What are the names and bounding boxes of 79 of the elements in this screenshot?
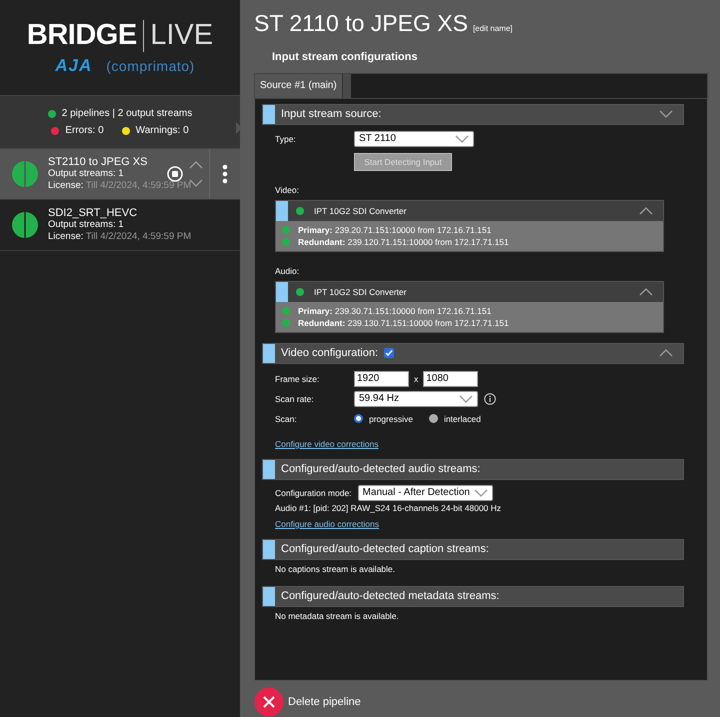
- scan-radio[interactable]: progressive: [354, 414, 413, 424]
- video-corrections-link[interactable]: Configure video corrections: [275, 438, 378, 449]
- brand-logo-text: BRIDGE: [26, 19, 137, 52]
- type-dropdown[interactable]: ST 2110: [354, 130, 474, 147]
- license-text: License: Till 4/2/2024, 4:59:59 PM: [48, 231, 192, 243]
- source-tab[interactable]: Source #1 (main): [255, 74, 342, 98]
- chevron-down-icon[interactable]: [189, 179, 203, 187]
- group-label: Audio:: [275, 266, 300, 276]
- section-marker: [263, 460, 275, 479]
- info-icon[interactable]: [484, 392, 496, 405]
- section-marker: [263, 344, 275, 363]
- section-title: Configured/auto-detected audio streams:: [281, 463, 480, 476]
- checkbox[interactable]: [384, 348, 394, 358]
- more-menu-icon[interactable]: [222, 164, 228, 184]
- status-dot: [48, 110, 56, 118]
- pipeline-name: ST2110 to JPEG XS: [48, 156, 148, 168]
- section-marker: [276, 282, 288, 302]
- chevron-down-icon[interactable]: [455, 134, 469, 143]
- group-label: Video:: [275, 184, 300, 195]
- configuration-mode-dropdown[interactable]: Manual - After Detection: [358, 484, 493, 501]
- stop-icon[interactable]: [167, 166, 183, 182]
- section-marker: [263, 104, 275, 124]
- stream-address: Primary: 239.30.71.151:10000 from 172.16.71.151: [298, 306, 492, 316]
- warnings-count: Warnings: 0: [136, 125, 189, 136]
- audio-corrections-link[interactable]: Configure audio corrections: [275, 518, 379, 529]
- section-header[interactable]: Configured/auto-detected audio streams:: [262, 458, 684, 480]
- field-label: Frame size:: [275, 374, 320, 384]
- pipelines-count: 2 pipelines | 2 output streams: [62, 108, 192, 119]
- edit-name-link[interactable]: [edit name]: [472, 24, 513, 33]
- section-title: Configured/auto-detected caption streams:: [281, 543, 489, 556]
- section-header[interactable]: Configured/auto-detected metadata streams:: [262, 586, 684, 607]
- output-streams-text: Output streams: 1: [48, 168, 124, 180]
- field-label: Configuration mode:: [275, 488, 352, 498]
- section-title: Video configuration:: [281, 347, 378, 360]
- stream-address: Redundant: 239.130.71.151:10000 from 172.17.71.151: [298, 318, 509, 328]
- pipeline-item[interactable]: ST2110 to JPEG XS Output streams: 1 License: Till 4/2/2024, 4:59:59 PM: [0, 149, 240, 200]
- empty-message: No metadata stream is available.: [275, 610, 400, 621]
- pipeline-name: SDI2_SRT_HEVC: [48, 207, 138, 219]
- license-text: License: Till 4/2/2024, 4:59:59 PM: [48, 180, 192, 192]
- delete-pipeline-button[interactable]: Delete pipeline: [254, 687, 708, 717]
- section-header[interactable]: Input stream source:: [262, 104, 684, 125]
- field-label: Type:: [275, 134, 297, 144]
- chevron-up-icon[interactable]: [639, 206, 653, 215]
- scan-rate-dropdown[interactable]: 59.94 Hz: [354, 390, 478, 407]
- errors-count: Errors: 0: [65, 125, 104, 136]
- field-label: Scan rate:: [275, 394, 315, 404]
- field-label: Scan:: [275, 414, 298, 424]
- chevron-down-icon[interactable]: [659, 110, 673, 118]
- output-streams-text: Output streams: 1: [48, 219, 124, 231]
- height-field[interactable]: 1080: [423, 370, 478, 387]
- scan-radio[interactable]: interlaced: [428, 414, 481, 424]
- stream-address: Primary: 239.20.71.151:10000 from 172.16.71.151: [298, 224, 492, 235]
- section-title: Input stream source:: [281, 108, 382, 120]
- device-name: IPT 10G2 SDI Converter: [314, 206, 406, 216]
- chevron-up-icon[interactable]: [639, 288, 653, 296]
- section-title: Configured/auto-detected metadata streams:: [281, 590, 500, 602]
- section-marker: [263, 586, 275, 606]
- status-dot: [51, 126, 60, 134]
- section-header[interactable]: Configured/auto-detected caption streams:: [262, 538, 684, 560]
- chevron-up-icon[interactable]: [659, 349, 673, 358]
- pipeline-title: ST 2110 to JPEG XS: [254, 10, 468, 37]
- chevron-down-icon[interactable]: [474, 488, 488, 497]
- chevron-down-icon[interactable]: [459, 394, 473, 403]
- status-dot: [122, 126, 130, 134]
- section-marker: [276, 200, 288, 221]
- device-name: IPT 10G2 SDI Converter: [314, 286, 406, 297]
- partner-logo-text: AJA: [55, 56, 92, 76]
- section-header[interactable]: Video configuration:: [262, 342, 684, 364]
- product-logo-text: LIVE: [150, 19, 214, 52]
- chevron-up-icon[interactable]: [189, 161, 203, 169]
- times-sign: x: [414, 374, 418, 384]
- audio-stream-text: Audio #1: [pid: 202] RAW_S24 16-channels 24-bit 48000 Hz: [275, 502, 502, 513]
- section-marker: [263, 540, 275, 559]
- stream-address: Redundant: 239.120.71.151:10000 from 172.17.71.151: [298, 236, 509, 247]
- close-icon: [254, 687, 284, 717]
- empty-message: No captions stream is available.: [275, 564, 396, 574]
- partner-logo-text: (comprimato): [106, 58, 195, 74]
- section-title: Input stream configurations: [272, 51, 418, 63]
- width-field[interactable]: 1920: [354, 370, 409, 387]
